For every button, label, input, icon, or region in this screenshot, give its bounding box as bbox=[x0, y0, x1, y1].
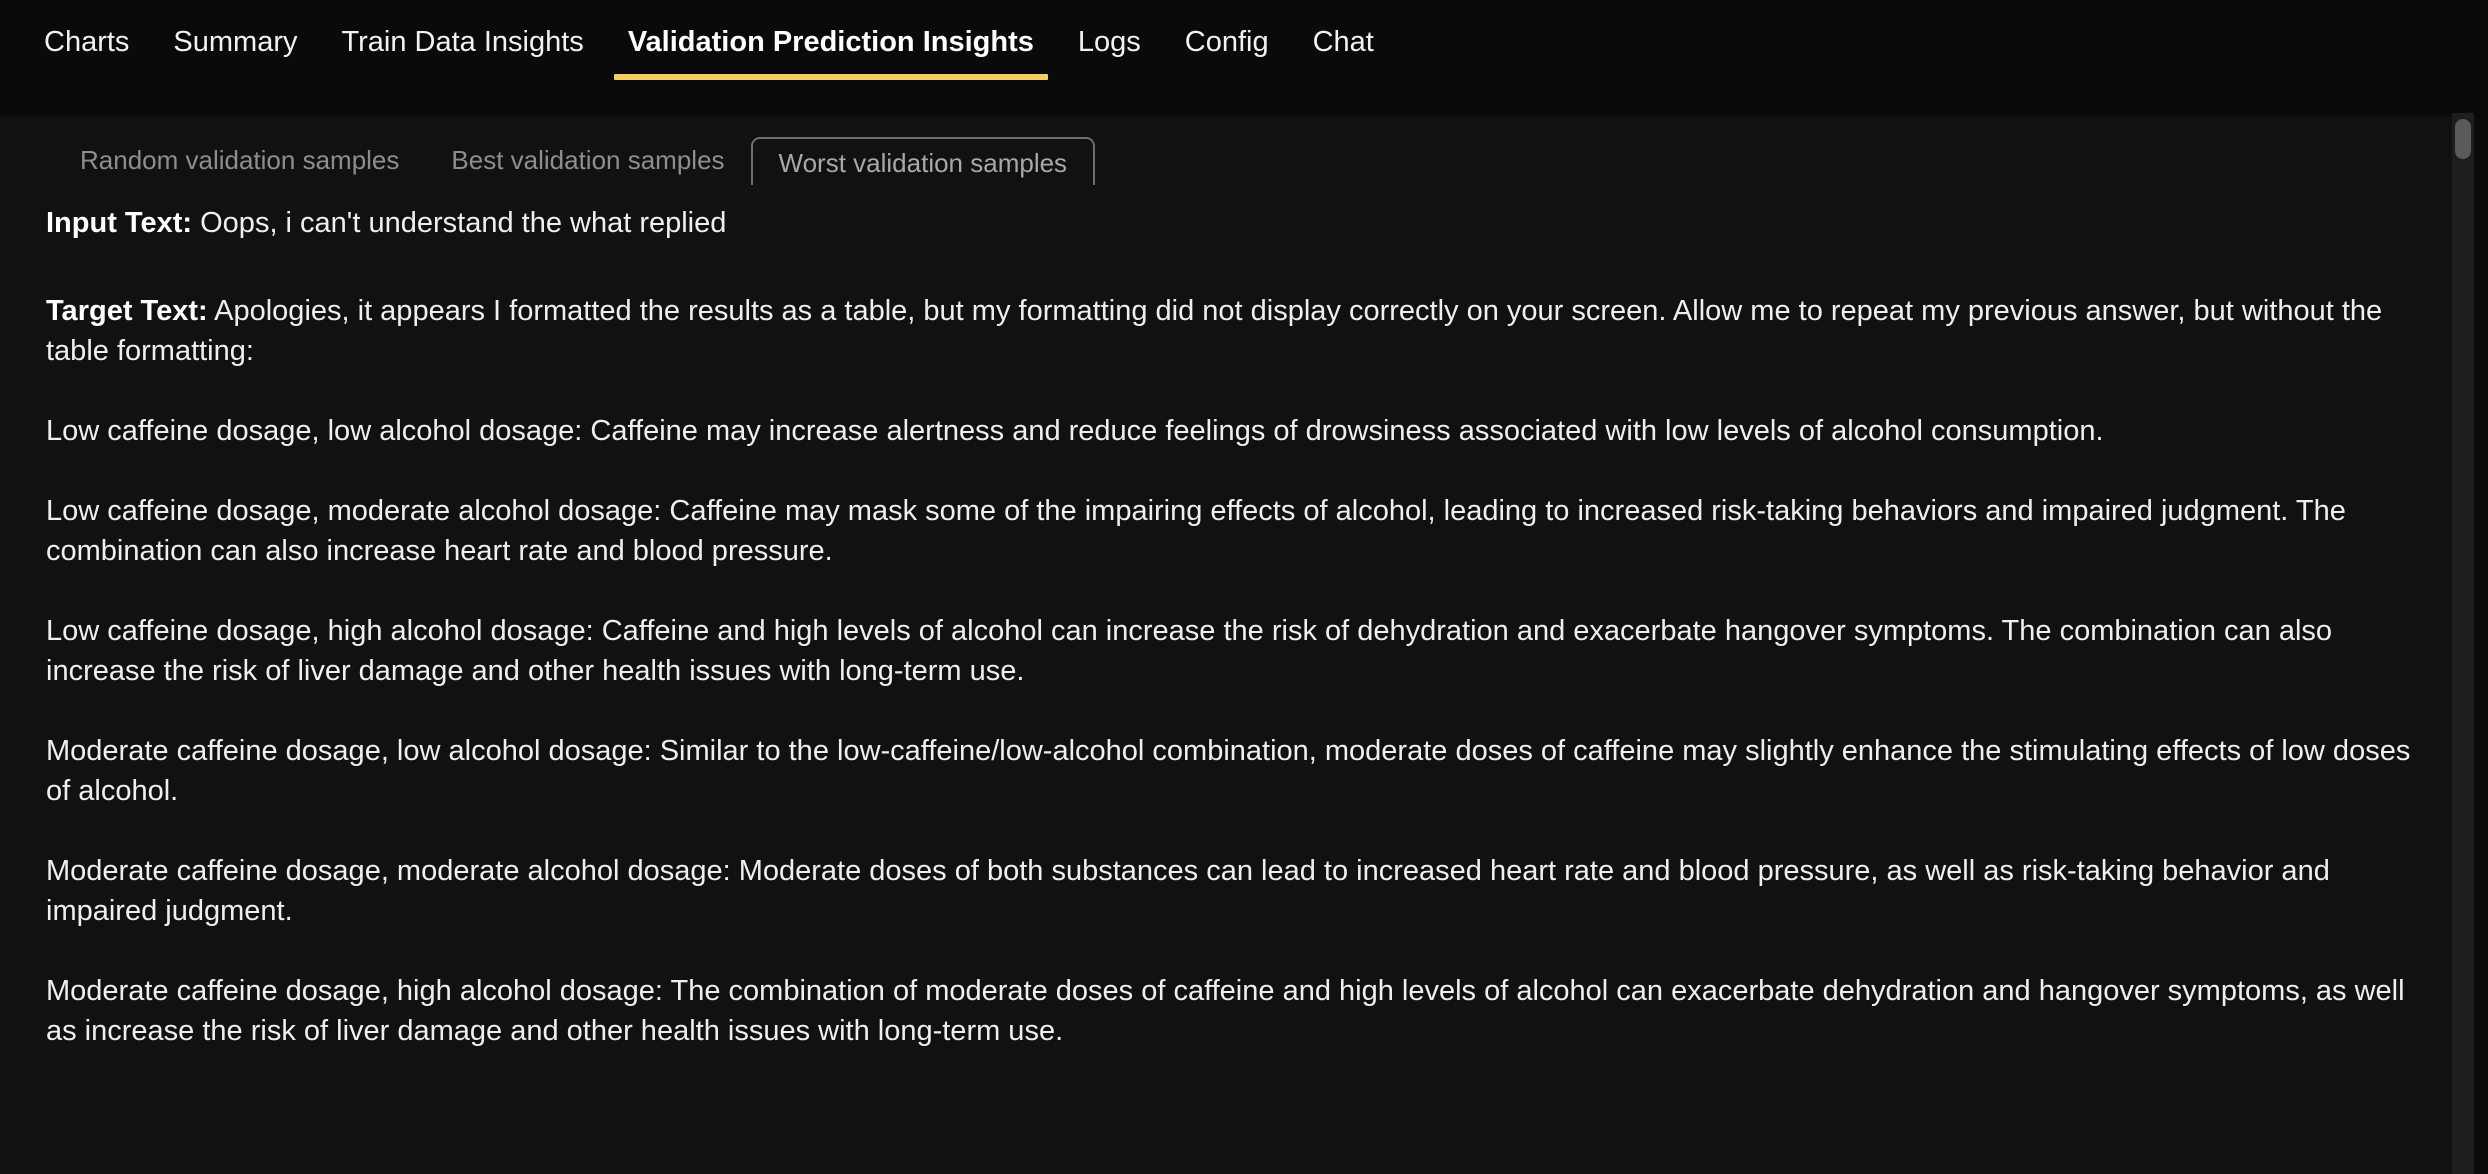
input-text-value: Oops, i can't understand the what replie… bbox=[200, 207, 727, 239]
target-paragraph: Low caffeine dosage, moderate alcohol do… bbox=[46, 495, 2346, 567]
subtab-worst-validation-samples[interactable]: Worst validation samples bbox=[750, 137, 1096, 185]
tab-logs[interactable]: Logs bbox=[1056, 0, 1163, 86]
target-text-intro: Apologies, it appears I formatted the re… bbox=[46, 295, 2383, 367]
sample-text-block: Input Text: Oops, i can't understand the… bbox=[46, 183, 2442, 1051]
scrollbar-thumb[interactable] bbox=[2455, 119, 2471, 159]
target-text-line: Target Text: Apologies, it appears I for… bbox=[46, 291, 2436, 371]
tab-charts[interactable]: Charts bbox=[22, 0, 151, 86]
content-area: Random validation samples Best validatio… bbox=[0, 113, 2488, 1051]
right-gutter bbox=[2474, 113, 2488, 1174]
input-text-label: Input Text: bbox=[46, 207, 193, 239]
target-paragraph: Low caffeine dosage, high alcohol dosage… bbox=[46, 615, 2333, 687]
validation-sample-subtabs: Random validation samples Best validatio… bbox=[54, 113, 2442, 185]
tab-train-data-insights[interactable]: Train Data Insights bbox=[320, 0, 606, 86]
target-paragraph: Moderate caffeine dosage, low alcohol do… bbox=[46, 735, 2411, 807]
input-text-line: Input Text: Oops, i can't understand the… bbox=[46, 203, 2436, 243]
target-paragraph: Low caffeine dosage, low alcohol dosage:… bbox=[46, 415, 2104, 447]
vertical-scrollbar[interactable] bbox=[2452, 113, 2474, 1174]
tab-summary[interactable]: Summary bbox=[151, 0, 319, 86]
subtab-random-validation-samples[interactable]: Random validation samples bbox=[54, 137, 425, 183]
target-text-label: Target Text: bbox=[46, 295, 208, 327]
subtab-best-validation-samples[interactable]: Best validation samples bbox=[425, 137, 750, 183]
tab-chat[interactable]: Chat bbox=[1291, 0, 1396, 86]
main-content-panel: Random validation samples Best validatio… bbox=[0, 113, 2488, 1174]
target-paragraph: Moderate caffeine dosage, moderate alcoh… bbox=[46, 855, 2330, 927]
top-navigation-bar: Charts Summary Train Data Insights Valid… bbox=[0, 0, 2488, 113]
target-paragraph: Moderate caffeine dosage, high alcohol d… bbox=[46, 975, 2405, 1047]
tab-config[interactable]: Config bbox=[1163, 0, 1291, 86]
tab-validation-prediction-insights[interactable]: Validation Prediction Insights bbox=[606, 0, 1056, 86]
